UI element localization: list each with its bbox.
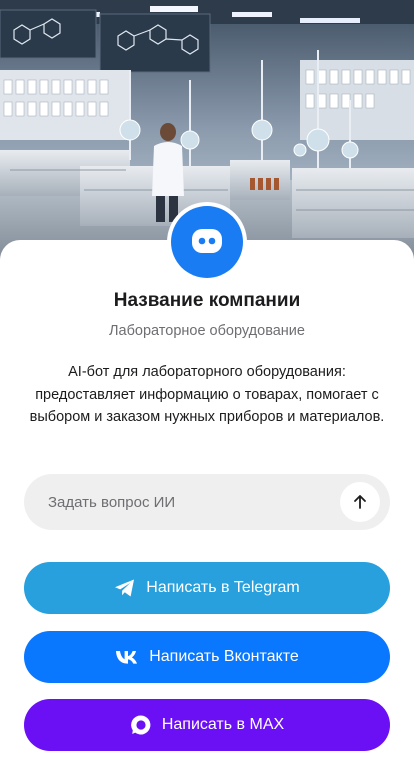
telegram-button[interactable]: Написать в Telegram: [24, 562, 390, 614]
ask-ai-input[interactable]: [48, 474, 348, 530]
bot-avatar-icon: [171, 206, 243, 278]
telegram-icon: [114, 578, 136, 598]
vk-button-label: Написать Вконтакте: [149, 648, 299, 665]
max-button-label: Написать в MAX: [161, 716, 285, 733]
max-button[interactable]: Написать в MAX: [24, 699, 390, 751]
vk-icon: [115, 649, 139, 665]
telegram-button-label: Написать в Telegram: [146, 579, 300, 596]
arrow-up-icon: [352, 494, 368, 510]
max-icon: [130, 714, 152, 736]
ask-ai-field: [24, 474, 390, 530]
vk-button[interactable]: Написать Вконтакте: [24, 631, 390, 683]
company-description: AI-бот для лабораторного оборудования: п…: [29, 364, 385, 425]
send-button[interactable]: [340, 482, 380, 522]
avatar: [167, 202, 247, 282]
company-subtitle: Лабораторное оборудование: [109, 323, 305, 339]
company-title: Название компании: [113, 290, 301, 311]
